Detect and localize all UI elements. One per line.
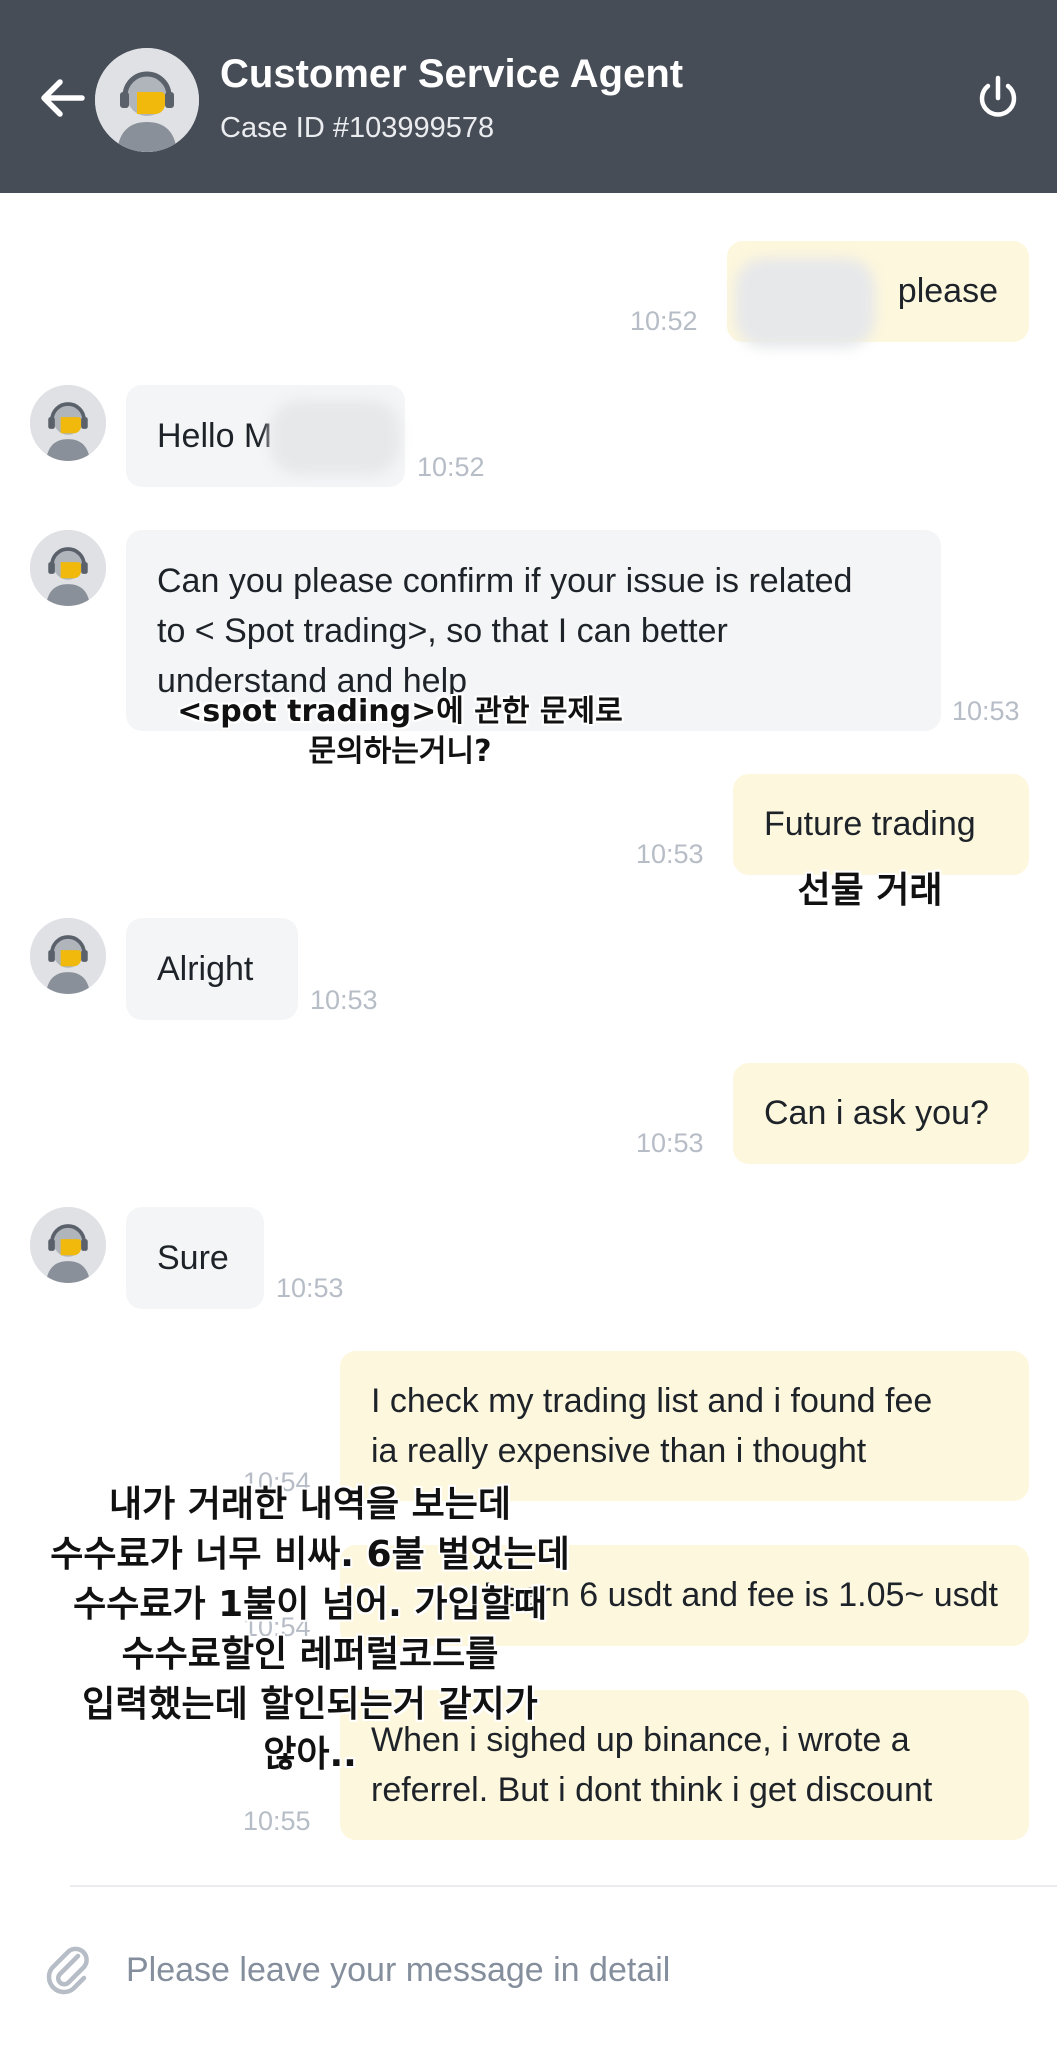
annotation-line: 수수료가 너무 비싸. 6불 벌었는데 <box>50 1534 570 1575</box>
message-time: 10:52 <box>630 306 698 336</box>
message-line: ia really expensive than i thought <box>371 1432 867 1470</box>
power-icon <box>979 75 1017 117</box>
redaction-blur <box>735 258 875 348</box>
message-input[interactable] <box>126 1945 1006 1995</box>
annotation-line: 않아.. <box>263 1734 357 1775</box>
message-time: 10:52 <box>417 452 485 482</box>
end-chat-button[interactable] <box>972 72 1024 124</box>
message-time: 10:55 <box>243 1806 311 1836</box>
agent-avatar <box>30 1207 106 1283</box>
annotation-line: 수수료할인 레퍼럴코드를 <box>121 1634 499 1675</box>
agent-message: Alright <box>126 918 298 1020</box>
message-text: please <box>897 272 998 310</box>
message-line: to < Spot trading>, so that I can better <box>157 612 728 650</box>
message-time: 10:53 <box>276 1273 344 1303</box>
message-time: 10:53 <box>310 985 378 1015</box>
agent-message: Sure <box>126 1207 264 1309</box>
arrow-left-icon <box>41 79 85 117</box>
agent-headset-icon <box>95 48 199 152</box>
annotation-fee-complaint: 내가 거래한 내역을 보는데 수수료가 너무 비싸. 6불 벌었는데 수수료가 … <box>0 1480 620 1780</box>
message-time: 10:53 <box>952 696 1020 726</box>
agent-avatar <box>30 918 106 994</box>
message-text: Alright <box>157 950 254 988</box>
message-text: Future trading <box>764 805 976 843</box>
message-line: I check my trading list and i found fee <box>371 1382 933 1420</box>
annotation-line: 내가 거래한 내역을 보는데 <box>109 1484 511 1525</box>
annotation-line: 문의하는거니? <box>308 734 492 769</box>
agent-headset-icon <box>30 918 106 994</box>
user-message: Can i ask you? <box>733 1063 1029 1164</box>
back-button[interactable] <box>34 70 90 126</box>
message-text: Can i ask you? <box>764 1094 989 1132</box>
case-id: Case ID #103999578 <box>220 112 495 144</box>
chat-header: Customer Service Agent Case ID #10399957… <box>0 0 1057 193</box>
agent-headset-icon <box>30 530 106 606</box>
message-text: Hello M <box>157 417 273 455</box>
annotation-spot-question: <spot trading>에 관한 문제로 문의하는거니? <box>150 692 650 772</box>
message-text: Sure <box>157 1239 229 1277</box>
annotation-futures: 선물 거래 <box>797 870 943 911</box>
agent-headset-icon <box>30 385 106 461</box>
agent-avatar <box>95 48 199 152</box>
agent-headset-icon <box>30 1207 106 1283</box>
user-message: Future trading <box>733 774 1029 875</box>
user-message: I check my trading list and i found fee … <box>340 1351 1029 1501</box>
annotation-line: <spot trading>에 관한 문제로 <box>177 694 623 729</box>
agent-avatar <box>30 530 106 606</box>
agent-name: Customer Service Agent <box>220 52 684 96</box>
redaction-blur <box>270 400 400 475</box>
annotation-line: 입력했는데 할인되는거 같지가 <box>82 1684 538 1725</box>
annotation-line: 수수료가 1불이 넘어. 가입할때 <box>73 1584 547 1625</box>
attach-button[interactable] <box>40 1940 96 1996</box>
message-time: 10:53 <box>636 839 704 869</box>
agent-avatar <box>30 385 106 461</box>
paperclip-icon <box>46 1946 89 1995</box>
message-time: 10:53 <box>636 1128 704 1158</box>
message-line: Can you please confirm if your issue is … <box>157 562 853 600</box>
